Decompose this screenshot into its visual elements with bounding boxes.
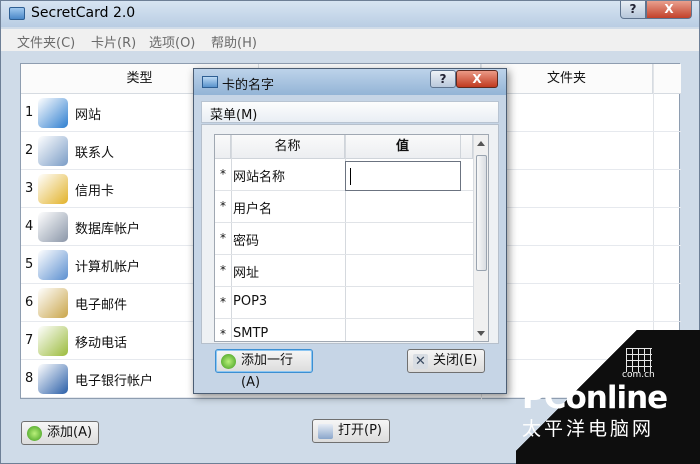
grid-header-name[interactable]: 名称 [231,135,345,159]
add-button-label: 添加(A) [47,425,93,440]
app-logo-icon [9,7,25,20]
dialog-help-button[interactable]: ? [430,70,456,88]
grid-scrollbar[interactable] [473,135,488,341]
row-number: 5 [25,257,34,272]
bank-icon [38,364,68,394]
text-caret [350,168,351,185]
row-marker: * [220,263,226,277]
row-label: 计算机帐户 [75,260,141,275]
scroll-thumb[interactable] [476,155,487,271]
field-value[interactable] [345,191,461,223]
dialog-content: 名称 值 * 网站名称 * 用户名 * 密码 * 网址 * POP3 * SMTP [201,124,499,344]
grid-row[interactable]: * 用户名 [215,191,473,223]
row-label: 电子邮件 [75,298,128,313]
field-name: 网址 [233,266,260,281]
email-envelope-icon [38,288,68,318]
row-number: 3 [25,181,34,196]
field-name: 密码 [233,234,260,249]
credit-card-icon [38,174,68,204]
scroll-down-icon[interactable] [477,331,485,336]
row-number: 2 [25,143,34,158]
open-button-label: 打开(P) [338,423,382,438]
dialog-card-icon [202,76,218,88]
dialog-title: 卡的名字 [222,78,275,93]
mobile-phone-icon [38,326,68,356]
row-number: 4 [25,219,34,234]
open-card-icon [318,424,333,439]
internet-explorer-icon [38,98,68,128]
grid-header-end [461,135,473,159]
dialog-title-bar: 卡的名字 ? X [194,69,506,95]
field-name: POP3 [233,294,268,309]
watermark-subtitle: 太平洋电脑网 [522,418,655,440]
row-number: 7 [25,333,34,348]
row-label: 移动电话 [75,336,128,351]
row-number: 6 [25,295,34,310]
row-number: 1 [25,105,34,120]
row-label: 数据库帐户 [75,222,141,237]
grid-row[interactable]: * 网站名称 [215,159,473,191]
computer-monitor-icon [38,250,68,280]
field-grid: 名称 值 * 网站名称 * 用户名 * 密码 * 网址 * POP3 * SMTP [214,134,489,342]
database-icon [38,212,68,242]
grid-row[interactable]: * POP3 [215,287,473,319]
field-name: 网站名称 [233,170,286,185]
open-button[interactable]: 打开(P) [312,419,390,443]
dialog-close-label-button[interactable]: ✕ 关闭(E) [407,349,485,373]
dialog-menu-item[interactable]: 菜单(M) [210,104,257,123]
row-label: 电子银行帐户 [75,374,154,389]
row-label: 联系人 [75,146,115,161]
grid-row[interactable]: * SMTP [215,319,473,341]
grid-row[interactable]: * 密码 [215,223,473,255]
watermark-logo: PConline [522,380,668,416]
menu-folder[interactable]: 文件夹(C) [17,32,75,51]
field-value[interactable] [345,223,461,255]
field-value[interactable] [345,287,461,319]
watermark-url: com.cn [622,370,655,380]
field-name: SMTP [233,326,269,341]
close-button[interactable]: X [646,1,692,19]
grid-corner [215,135,231,159]
scroll-up-icon[interactable] [477,141,485,146]
row-marker: * [220,167,226,181]
add-icon [27,426,42,441]
row-marker: * [220,199,226,213]
watermark-grid-icon [626,348,652,372]
row-number: 8 [25,371,34,386]
contact-card-icon [38,136,68,166]
dialog-menu-bar: 菜单(M) [201,101,499,123]
close-x-icon: ✕ [413,354,428,369]
title-bar: SecretCard 2.0 ? X [1,1,699,27]
window-title: SecretCard 2.0 [31,5,136,21]
menu-bar: 文件夹(C) 卡片(R) 选项(O) 帮助(H) [1,29,699,51]
help-button[interactable]: ? [620,1,646,19]
close-label: 关闭(E) [433,353,478,368]
add-row-button[interactable]: 添加一行(A) [215,349,313,390]
row-marker: * [220,231,226,245]
add-button[interactable]: 添加(A) [21,421,99,445]
card-name-dialog: 卡的名字 ? X 菜单(M) 名称 值 * 网站名称 * 用户名 * 密码 * 网址 * POP3… [193,68,507,394]
field-value[interactable] [345,255,461,287]
row-label: 网站 [75,108,102,123]
column-header-end [653,64,681,94]
row-marker: * [220,295,226,309]
field-name: 用户名 [233,202,273,217]
grid-row[interactable]: * 网址 [215,255,473,287]
value-input[interactable] [345,161,461,191]
menu-options[interactable]: 选项(O) [149,32,195,51]
row-marker: * [220,327,226,341]
grid-header-value[interactable]: 值 [345,135,461,159]
dialog-close-button[interactable]: X [456,70,498,88]
row-label: 信用卡 [75,184,115,199]
add-row-icon [221,354,236,369]
menu-help[interactable]: 帮助(H) [211,32,257,51]
field-value[interactable] [345,319,461,341]
menu-card[interactable]: 卡片(R) [91,32,136,51]
add-row-label: 添加一行(A) [241,353,294,390]
